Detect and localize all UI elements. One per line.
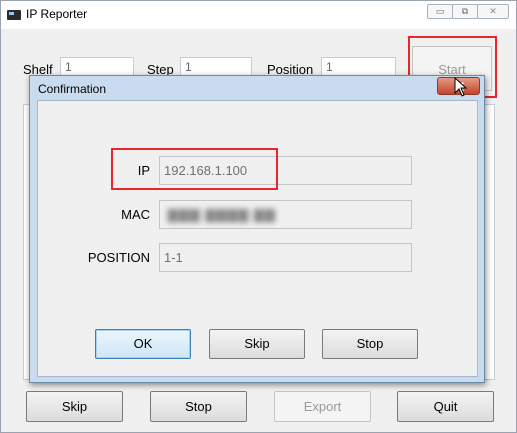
window-title: IP Reporter bbox=[26, 7, 88, 21]
dialog-title: Confirmation bbox=[38, 82, 107, 96]
shelf-field[interactable]: 1 bbox=[60, 57, 134, 77]
quit-button[interactable]: Quit bbox=[397, 391, 494, 422]
dialog-skip-button[interactable]: Skip bbox=[209, 329, 305, 359]
confirmation-dialog: Confirmation IP 192.168.1.100 MAC ▇▇▇ ▇▇… bbox=[29, 75, 485, 383]
dialog-body: IP 192.168.1.100 MAC ▇▇▇ ▇▇▇▇ ▇▇ POSITIO… bbox=[37, 100, 478, 377]
mac-blur-mask: ▇▇▇ ▇▇▇▇ ▇▇ bbox=[167, 207, 276, 222]
position-dialog-label: POSITION bbox=[87, 250, 150, 265]
position-dialog-field[interactable]: 1-1 bbox=[159, 243, 412, 272]
dialog-stop-button[interactable]: Stop bbox=[322, 329, 418, 359]
minimize-button[interactable]: ▭ bbox=[427, 4, 453, 19]
mac-label: MAC bbox=[121, 207, 150, 222]
ip-label: IP bbox=[137, 163, 150, 178]
ok-button[interactable]: OK bbox=[95, 329, 191, 359]
skip-button[interactable]: Skip bbox=[26, 391, 123, 422]
export-button[interactable]: Export bbox=[274, 391, 371, 422]
dialog-titlebar: Confirmation bbox=[30, 76, 484, 100]
mouse-cursor-icon bbox=[454, 77, 468, 97]
titlebar: IP Reporter ▭ ⧉ ✕ bbox=[1, 1, 516, 29]
maximize-button[interactable]: ⧉ bbox=[452, 4, 478, 19]
close-window-button[interactable]: ✕ bbox=[477, 4, 509, 19]
position-field[interactable]: 1 bbox=[321, 57, 396, 77]
mac-field[interactable]: ▇▇▇ ▇▇▇▇ ▇▇ bbox=[159, 200, 412, 229]
step-field[interactable]: 1 bbox=[180, 57, 252, 77]
ip-field[interactable]: 192.168.1.100 bbox=[159, 156, 412, 185]
app-icon bbox=[7, 10, 21, 20]
stop-button[interactable]: Stop bbox=[150, 391, 247, 422]
